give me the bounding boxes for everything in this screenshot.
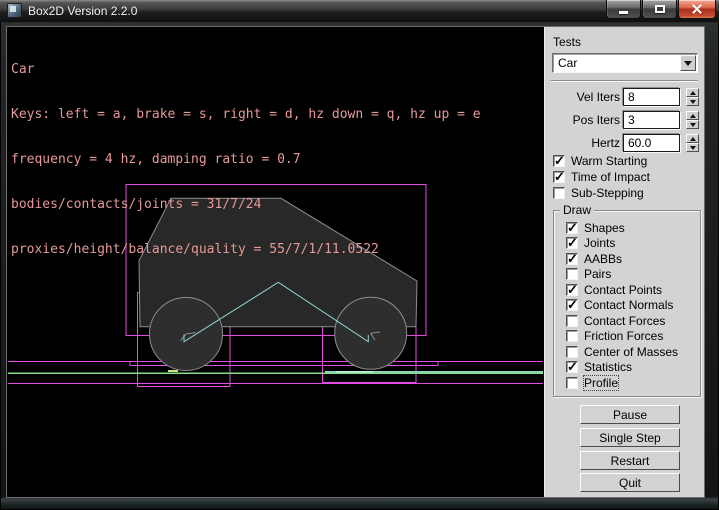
vel-iters-row: Vel Iters xyxy=(545,88,705,107)
hertz-row: Hertz xyxy=(545,134,705,153)
joints-checkbox[interactable] xyxy=(566,237,578,249)
joints-label: Joints xyxy=(584,236,615,250)
arrow-down-icon xyxy=(690,146,696,150)
contact-normals-label: Contact Normals xyxy=(584,298,673,312)
warm-starting-checkbox[interactable] xyxy=(553,155,565,167)
hertz-input[interactable] xyxy=(623,134,680,152)
contact-normals-checkbox[interactable] xyxy=(566,299,578,311)
arrow-down-icon xyxy=(690,100,696,104)
draw-group: Draw Shapes Joints AABBs Pairs xyxy=(553,210,701,397)
pairs-label: Pairs xyxy=(584,267,611,281)
bodies-line: bodies/contacts/joints = 31/7/24 xyxy=(11,197,481,212)
client-area: Car Keys: left = a, brake = s, right = d… xyxy=(7,27,704,497)
sub-stepping-checkbox[interactable] xyxy=(553,187,565,199)
frequency-line: frequency = 4 hz, damping ratio = 0.7 xyxy=(11,152,481,167)
pairs-checkbox[interactable] xyxy=(566,268,578,280)
arrow-up-icon xyxy=(690,91,696,95)
minimize-icon xyxy=(619,11,628,14)
hertz-spinner xyxy=(686,134,699,153)
friction-forces-checkbox[interactable] xyxy=(566,330,578,342)
contact-points-label: Contact Points xyxy=(584,283,662,297)
quit-button[interactable]: Quit xyxy=(580,473,680,492)
warm-starting-label: Warm Starting xyxy=(571,154,647,168)
vel-iters-input[interactable] xyxy=(623,88,680,106)
vel-iters-spinner xyxy=(686,88,699,107)
keys-line: Keys: left = a, brake = s, right = d, hz… xyxy=(11,107,481,122)
center-of-masses-label: Center of Masses xyxy=(584,345,678,359)
pos-iters-label: Pos Iters xyxy=(573,113,620,127)
draw-group-label: Draw xyxy=(560,203,594,217)
contact-forces-label: Contact Forces xyxy=(584,314,665,328)
time-of-impact-label: Time of Impact xyxy=(571,170,650,184)
vel-iters-label: Vel Iters xyxy=(577,90,620,104)
minimize-button[interactable] xyxy=(606,0,641,19)
physics-canvas[interactable]: Car Keys: left = a, brake = s, right = d… xyxy=(7,27,544,497)
contact-forces-checkbox[interactable] xyxy=(566,315,578,327)
hertz-spinner-down-button[interactable] xyxy=(686,143,699,152)
single-step-button[interactable]: Single Step xyxy=(580,428,680,447)
profile-checkbox[interactable] xyxy=(566,377,578,389)
pause-button[interactable]: Pause xyxy=(580,405,680,424)
chevron-down-icon xyxy=(684,61,692,66)
app-icon[interactable] xyxy=(7,3,22,18)
pos-iters-spinner-down-button[interactable] xyxy=(686,120,699,129)
separator-line xyxy=(551,80,698,82)
tests-dropdown-value: Car xyxy=(558,56,577,70)
shapes-label: Shapes xyxy=(584,221,625,235)
vel-iters-spinner-down-button[interactable] xyxy=(686,97,699,106)
hertz-label: Hertz xyxy=(591,136,620,150)
vel-iters-spinner-up-button[interactable] xyxy=(686,88,699,97)
pos-iters-row: Pos Iters xyxy=(545,111,705,130)
pos-iters-input[interactable] xyxy=(623,111,680,129)
proxies-line: proxies/height/balance/quality = 55/7/1/… xyxy=(11,242,481,257)
maximize-button[interactable] xyxy=(642,0,677,19)
window-title: Box2D Version 2.2.0 xyxy=(28,4,137,18)
tests-dropdown-arrow-button[interactable] xyxy=(680,55,696,71)
pos-iters-spinner-up-button[interactable] xyxy=(686,111,699,120)
close-button[interactable] xyxy=(678,0,716,19)
app-window: Box2D Version 2.2.0 xyxy=(0,0,719,510)
maximize-icon xyxy=(655,5,665,13)
arrow-up-icon xyxy=(690,137,696,141)
profile-label: Profile xyxy=(584,376,618,390)
hertz-spinner-up-button[interactable] xyxy=(686,134,699,143)
center-of-masses-checkbox[interactable] xyxy=(566,346,578,358)
title-bar: Box2D Version 2.2.0 xyxy=(0,0,719,22)
control-panel: Tests Car Vel Iters xyxy=(544,27,704,497)
arrow-up-icon xyxy=(690,114,696,118)
test-title-line: Car xyxy=(11,62,481,77)
stats-text: Car Keys: left = a, brake = s, right = d… xyxy=(11,32,481,287)
aabbs-checkbox[interactable] xyxy=(566,253,578,265)
contact-points-checkbox[interactable] xyxy=(566,284,578,296)
sub-stepping-label: Sub-Stepping xyxy=(571,186,644,200)
restart-button[interactable]: Restart xyxy=(580,451,680,470)
aabbs-label: AABBs xyxy=(584,252,622,266)
statistics-checkbox[interactable] xyxy=(566,361,578,373)
tests-label: Tests xyxy=(553,35,581,49)
close-icon xyxy=(691,4,703,14)
tests-dropdown[interactable]: Car xyxy=(552,53,698,73)
friction-forces-label: Friction Forces xyxy=(584,329,663,343)
pos-iters-spinner xyxy=(686,111,699,130)
shapes-checkbox[interactable] xyxy=(566,222,578,234)
statistics-label: Statistics xyxy=(584,360,632,374)
window-controls xyxy=(605,0,716,19)
time-of-impact-checkbox[interactable] xyxy=(553,171,565,183)
arrow-down-icon xyxy=(690,123,696,127)
